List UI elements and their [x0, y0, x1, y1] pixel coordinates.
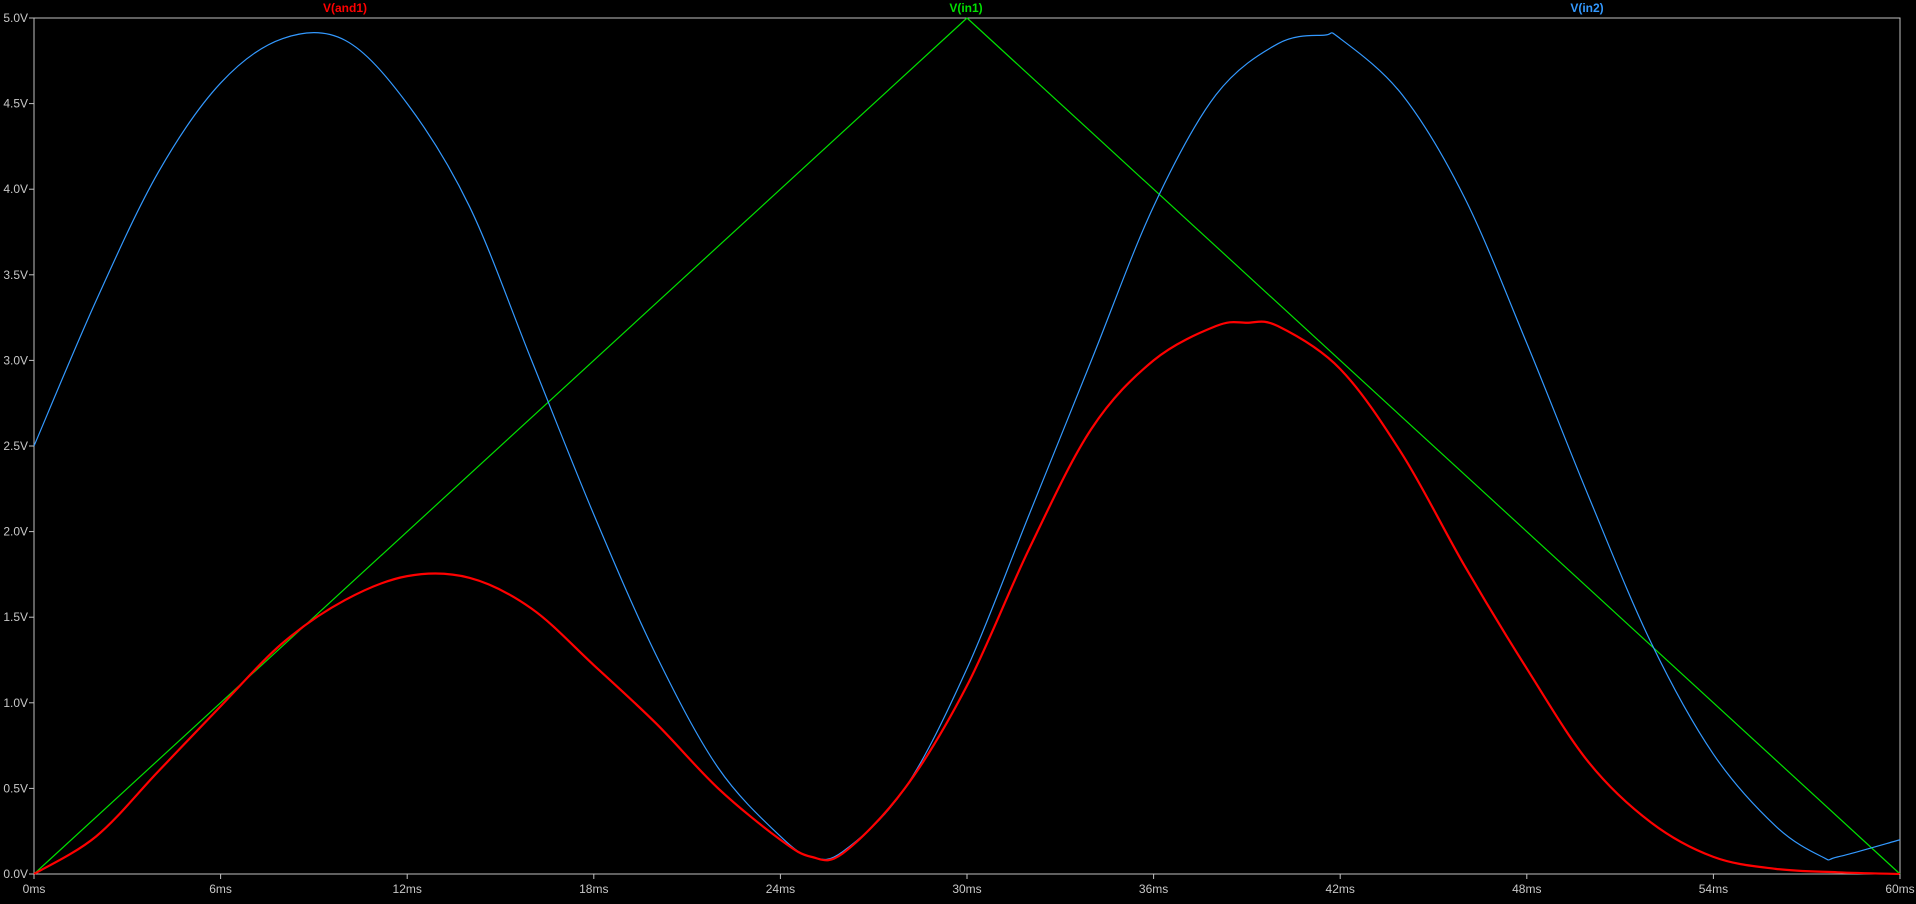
- y-tick-label: 2.5V: [3, 439, 28, 453]
- y-tick-label: 4.5V: [3, 97, 28, 111]
- y-tick-label: 3.0V: [3, 353, 28, 367]
- plot-background: [0, 0, 1916, 899]
- y-tick-label: 1.0V: [3, 696, 28, 710]
- x-tick-label: 30ms: [952, 882, 981, 896]
- y-tick-label: 2.0V: [3, 525, 28, 539]
- waveform-viewer: 0.0V 0.5V 1.0V 1.5V 2.0V 2.5V 3.0V 3.5V 4.0V 4.5V…: [0, 0, 1916, 899]
- y-tick-label: 0.5V: [3, 781, 28, 795]
- y-tick-label: 5.0V: [3, 11, 28, 25]
- y-tick-label: 4.0V: [3, 182, 28, 196]
- legend-label-v-and1[interactable]: V(and1): [323, 1, 367, 15]
- y-tick-label: 0.0V: [3, 867, 28, 881]
- x-tick-label: 12ms: [393, 882, 422, 896]
- x-tick-label: 48ms: [1512, 882, 1541, 896]
- x-tick-label: 60ms: [1885, 882, 1914, 896]
- x-tick-label: 0ms: [23, 882, 46, 896]
- x-tick-label: 24ms: [766, 882, 795, 896]
- x-tick-label: 18ms: [579, 882, 608, 896]
- y-tick-label: 1.5V: [3, 610, 28, 624]
- x-tick-label: 6ms: [209, 882, 232, 896]
- y-tick-label: 3.5V: [3, 268, 28, 282]
- waveform-plot: 0.0V 0.5V 1.0V 1.5V 2.0V 2.5V 3.0V 3.5V 4.0V 4.5V…: [0, 0, 1916, 899]
- x-tick-label: 54ms: [1699, 882, 1728, 896]
- legend-label-v-in1[interactable]: V(in1): [949, 1, 982, 15]
- x-tick-label: 42ms: [1326, 882, 1355, 896]
- x-tick-label: 36ms: [1139, 882, 1168, 896]
- legend-label-v-in2[interactable]: V(in2): [1570, 1, 1603, 15]
